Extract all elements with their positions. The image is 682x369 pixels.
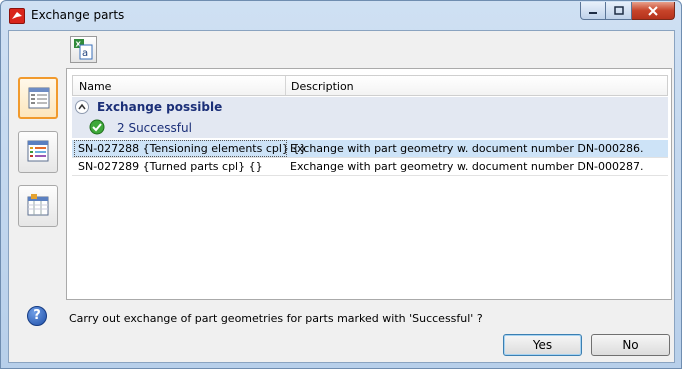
group-label: Exchange possible: [97, 100, 223, 114]
group-row-exchange-possible[interactable]: Exchange possible: [72, 97, 668, 117]
dialog-body: X a Name Description Exchange possible 2…: [8, 30, 675, 363]
window-controls: [580, 2, 675, 20]
grid-header: Name Description: [72, 75, 668, 96]
view-table-button[interactable]: [18, 131, 58, 173]
success-check-icon: [89, 119, 105, 135]
confirmation-question: Carry out exchange of part geometries fo…: [69, 312, 483, 325]
excel-export-icon: X a: [74, 39, 93, 60]
table-view-icon: [27, 140, 49, 162]
view-detail-button[interactable]: [18, 185, 58, 227]
window-title: Exchange parts: [31, 8, 125, 22]
maximize-icon: [613, 6, 624, 15]
close-button[interactable]: [632, 2, 675, 20]
title-bar[interactable]: Exchange parts: [1, 1, 681, 30]
app-icon: [9, 8, 25, 24]
result-grid: Name Description Exchange possible 2 Suc…: [66, 68, 672, 300]
table-row[interactable]: SN-027288 {Tensioning elements cpl} {} E…: [72, 140, 668, 158]
subgroup-label: 2 Successful: [117, 121, 192, 135]
row-name: SN-027289 {Turned parts cpl} {}: [78, 160, 263, 173]
minimize-button[interactable]: [580, 2, 606, 20]
no-button[interactable]: No: [591, 334, 670, 356]
row-description: Exchange with part geometry w. document …: [290, 160, 644, 173]
column-header-name[interactable]: Name: [79, 80, 111, 93]
maximize-button[interactable]: [606, 2, 632, 20]
view-list-button[interactable]: [18, 77, 58, 119]
excel-export-button[interactable]: X a: [70, 36, 97, 63]
list-view-icon: [28, 87, 50, 109]
svg-text:a: a: [82, 48, 88, 59]
exchange-parts-window: Exchange parts X a Name Description Exch…: [0, 0, 682, 369]
row-description: Exchange with part geometry w. document …: [290, 142, 644, 155]
help-icon: ?: [27, 306, 47, 326]
column-header-description[interactable]: Description: [291, 80, 354, 93]
collapse-up-icon[interactable]: [75, 100, 89, 114]
minimize-icon: [589, 11, 597, 14]
yes-button[interactable]: Yes: [503, 334, 582, 356]
close-icon: [648, 5, 658, 16]
table-row[interactable]: SN-027289 {Turned parts cpl} {} Exchange…: [72, 158, 668, 176]
subgroup-row-successful[interactable]: 2 Successful: [72, 117, 668, 138]
row-name: SN-027288 {Tensioning elements cpl} {}: [78, 142, 307, 155]
column-separator[interactable]: [285, 76, 286, 95]
detail-table-icon: [27, 194, 49, 216]
